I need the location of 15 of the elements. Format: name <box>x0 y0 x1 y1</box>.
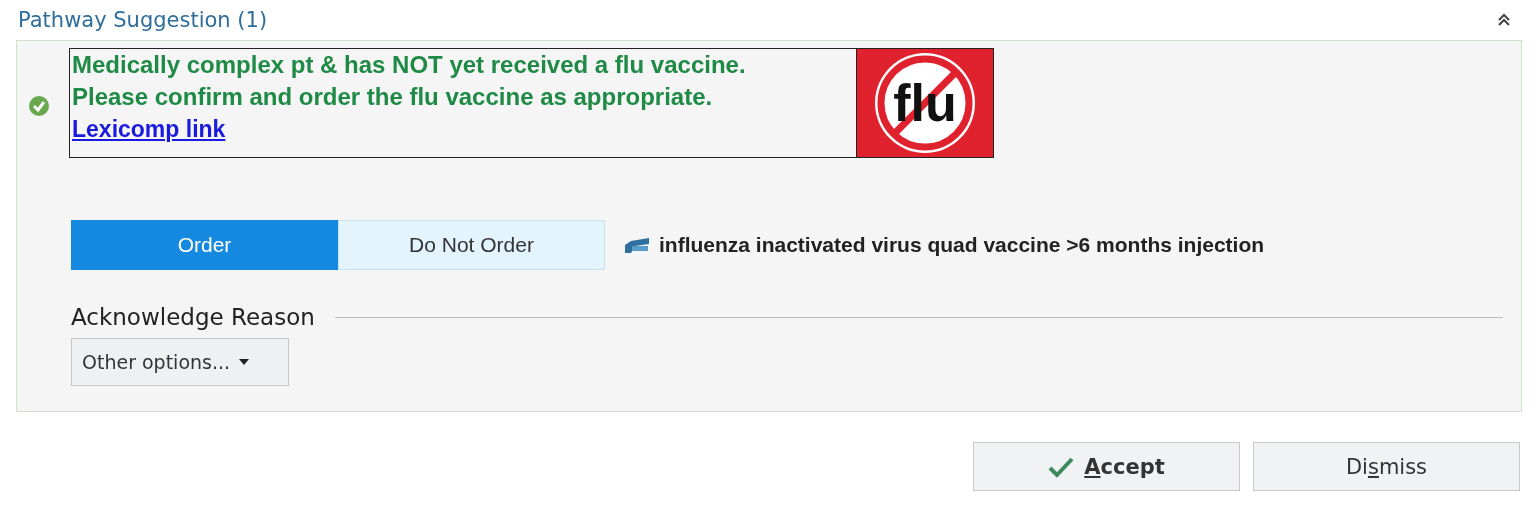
lexicomp-link[interactable]: Lexicomp link <box>72 116 226 142</box>
collapse-icon[interactable] <box>1496 12 1512 28</box>
caret-icon <box>238 358 251 366</box>
dismiss-button[interactable]: Dismiss <box>1253 442 1520 491</box>
section-title: Pathway Suggestion (1) <box>18 8 268 32</box>
alert-message: Please confirm and order the flu vaccine as appropriate. <box>72 82 714 112</box>
order-toggle[interactable]: Do Not Order <box>338 220 605 270</box>
accept-button[interactable]: Accept <box>973 442 1240 491</box>
options-dropdown[interactable]: Other options... <box>71 338 289 386</box>
order-toggle[interactable]: Order <box>71 220 338 270</box>
medication-icon <box>623 235 651 255</box>
alert-message: Medically complex pt & has NOT yet received a flu vaccine. <box>72 50 747 80</box>
check-icon <box>1048 455 1075 478</box>
acknowledge-heading: Acknowledge Reason <box>71 304 315 330</box>
medication-name: influenza inactivated virus quad vaccine >6 months injection <box>659 233 1265 257</box>
